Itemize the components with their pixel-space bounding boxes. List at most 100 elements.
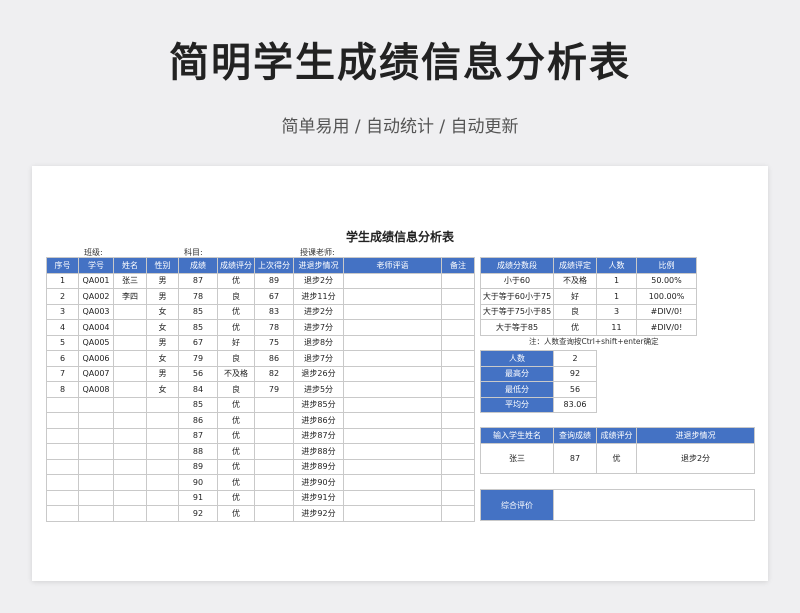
table-cell[interactable] xyxy=(113,350,147,367)
table-cell[interactable]: 退步2分 xyxy=(636,443,755,474)
table-cell[interactable]: 67 xyxy=(254,288,294,305)
table-cell[interactable]: 男 xyxy=(146,288,179,305)
table-cell[interactable]: 56 xyxy=(178,365,218,382)
table-cell[interactable] xyxy=(146,427,179,444)
table-cell[interactable]: 进步7分 xyxy=(293,319,344,336)
table-cell[interactable] xyxy=(441,396,475,413)
table-cell[interactable]: 大于等于75小于85 xyxy=(480,303,554,320)
table-cell[interactable] xyxy=(113,458,147,475)
table-cell[interactable] xyxy=(343,288,442,305)
table-cell[interactable] xyxy=(113,489,147,506)
table-cell[interactable] xyxy=(343,427,442,444)
table-cell[interactable]: 优 xyxy=(217,443,255,460)
table-cell[interactable] xyxy=(343,272,442,289)
table-cell[interactable] xyxy=(441,319,475,336)
table-cell[interactable]: 优 xyxy=(217,272,255,289)
table-cell[interactable]: 良 xyxy=(553,303,597,320)
table-cell[interactable]: 男 xyxy=(146,334,179,351)
table-cell[interactable]: 88 xyxy=(178,443,218,460)
table-cell[interactable] xyxy=(343,489,442,506)
table-cell[interactable] xyxy=(146,396,179,413)
table-cell[interactable]: 92 xyxy=(178,505,218,522)
table-cell[interactable] xyxy=(113,334,147,351)
table-cell[interactable]: 91 xyxy=(178,489,218,506)
table-cell[interactable]: 75 xyxy=(254,334,294,351)
table-cell[interactable]: QA008 xyxy=(78,381,114,398)
table-cell[interactable]: 8 xyxy=(46,381,79,398)
table-cell[interactable]: QA001 xyxy=(78,272,114,289)
table-cell[interactable]: 大于等于60小于75 xyxy=(480,288,554,305)
table-cell[interactable]: 4 xyxy=(46,319,79,336)
table-cell[interactable] xyxy=(78,412,114,429)
table-cell[interactable] xyxy=(78,474,114,491)
table-cell[interactable]: 2 xyxy=(46,288,79,305)
table-cell[interactable] xyxy=(46,474,79,491)
table-cell[interactable]: 进步87分 xyxy=(293,427,344,444)
table-cell[interactable] xyxy=(343,350,442,367)
table-cell[interactable]: 89 xyxy=(254,272,294,289)
table-cell[interactable]: 进步11分 xyxy=(293,288,344,305)
table-cell[interactable] xyxy=(78,427,114,444)
table-cell[interactable]: 优 xyxy=(217,412,255,429)
table-cell[interactable]: 退步8分 xyxy=(293,334,344,351)
table-cell[interactable]: QA003 xyxy=(78,303,114,320)
table-cell[interactable] xyxy=(343,474,442,491)
table-cell[interactable]: 85 xyxy=(178,396,218,413)
table-cell[interactable] xyxy=(113,396,147,413)
table-cell[interactable]: 优 xyxy=(217,427,255,444)
table-cell[interactable] xyxy=(441,365,475,382)
table-cell[interactable]: 优 xyxy=(217,396,255,413)
table-cell[interactable]: 女 xyxy=(146,381,179,398)
table-cell[interactable]: 67 xyxy=(178,334,218,351)
table-cell[interactable] xyxy=(254,443,294,460)
table-cell[interactable]: 良 xyxy=(217,350,255,367)
table-cell[interactable]: 优 xyxy=(596,443,637,474)
table-cell[interactable] xyxy=(441,412,475,429)
table-cell[interactable] xyxy=(146,443,179,460)
table-cell[interactable]: 85 xyxy=(178,319,218,336)
table-cell[interactable] xyxy=(46,489,79,506)
table-cell[interactable] xyxy=(146,489,179,506)
table-cell[interactable]: 82 xyxy=(254,365,294,382)
table-cell[interactable]: 79 xyxy=(254,381,294,398)
table-cell[interactable] xyxy=(343,412,442,429)
table-cell[interactable]: 大于等于85 xyxy=(480,319,554,336)
table-cell[interactable]: 86 xyxy=(178,412,218,429)
table-cell[interactable]: 不及格 xyxy=(553,272,597,289)
table-cell[interactable]: #DIV/0! xyxy=(636,319,697,336)
table-cell[interactable] xyxy=(254,489,294,506)
table-cell[interactable]: 男 xyxy=(146,365,179,382)
table-cell[interactable]: 89 xyxy=(178,458,218,475)
table-cell[interactable]: 3 xyxy=(46,303,79,320)
table-cell[interactable]: #DIV/0! xyxy=(636,303,697,320)
table-cell[interactable]: 良 xyxy=(217,381,255,398)
table-cell[interactable]: 优 xyxy=(217,303,255,320)
table-cell[interactable]: 100.00% xyxy=(636,288,697,305)
table-cell[interactable] xyxy=(343,334,442,351)
table-cell[interactable]: 87 xyxy=(553,443,597,474)
table-cell[interactable]: 78 xyxy=(254,319,294,336)
table-cell[interactable] xyxy=(441,350,475,367)
table-cell[interactable] xyxy=(46,427,79,444)
table-cell[interactable] xyxy=(343,443,442,460)
table-cell[interactable]: 3 xyxy=(596,303,637,320)
table-cell[interactable] xyxy=(254,396,294,413)
table-cell[interactable] xyxy=(113,427,147,444)
table-cell[interactable] xyxy=(78,443,114,460)
table-cell[interactable] xyxy=(441,474,475,491)
table-cell[interactable] xyxy=(441,505,475,522)
table-cell[interactable]: 女 xyxy=(146,319,179,336)
table-cell[interactable]: 50.00% xyxy=(636,272,697,289)
table-cell[interactable] xyxy=(113,365,147,382)
table-cell[interactable]: 进步5分 xyxy=(293,381,344,398)
table-cell[interactable] xyxy=(46,396,79,413)
table-cell[interactable] xyxy=(46,458,79,475)
table-cell[interactable]: 优 xyxy=(217,489,255,506)
table-cell[interactable] xyxy=(441,427,475,444)
table-cell[interactable] xyxy=(441,381,475,398)
table-cell[interactable]: 79 xyxy=(178,350,218,367)
table-cell[interactable] xyxy=(441,489,475,506)
table-cell[interactable] xyxy=(441,288,475,305)
table-cell[interactable]: 好 xyxy=(217,334,255,351)
table-cell[interactable]: 张三 xyxy=(480,443,554,474)
